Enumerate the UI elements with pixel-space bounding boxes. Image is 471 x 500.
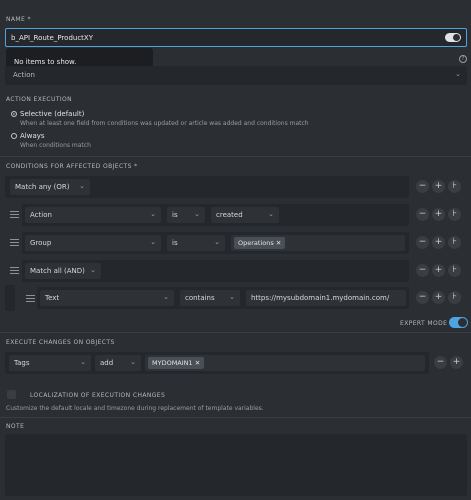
name-label: NAME * xyxy=(6,16,31,23)
action-execution-label: ACTION EXECUTION xyxy=(6,96,73,103)
condition-row-group: Group ⌄ is ⌄ Operations ✕ xyxy=(22,232,409,254)
add-condition-button[interactable]: + xyxy=(432,180,445,193)
expert-mode-label: EXPERT MODE xyxy=(400,320,448,327)
add-subclause-button[interactable]: ⊦ xyxy=(448,291,461,304)
chevron-down-icon: ⌄ xyxy=(194,210,200,218)
operator-select[interactable]: contains ⌄ xyxy=(180,290,240,306)
attribute-select[interactable]: Action ⌄ xyxy=(25,207,161,223)
attribute-value: Text xyxy=(45,294,60,302)
operator-value: contains xyxy=(185,294,215,302)
match-all-row: Match all (AND) ⌄ xyxy=(22,260,409,282)
keyboard-toggle-icon[interactable] xyxy=(445,33,461,42)
no-items-message: No items to show. xyxy=(14,58,77,66)
attribute-select[interactable]: Group ⌄ xyxy=(25,235,161,251)
add-change-button[interactable]: + xyxy=(450,356,463,369)
add-subclause-button[interactable]: ⊦ xyxy=(448,264,461,277)
add-condition-button[interactable]: + xyxy=(432,208,445,221)
match-all-select[interactable]: Match all (AND) ⌄ xyxy=(25,263,101,279)
operator-select[interactable]: is ⌄ xyxy=(167,235,225,251)
operator-value: add xyxy=(100,359,114,367)
attribute-value: Tags xyxy=(14,359,30,367)
add-subclause-button[interactable]: ⊦ xyxy=(448,180,461,193)
execute-changes-row: Tags ⌄ add ⌄ MYDOMAIN1 ✕ xyxy=(5,352,429,374)
trigger-select-value: Action xyxy=(13,71,35,79)
divider xyxy=(0,332,471,333)
tags-input[interactable]: MYDOMAIN1 ✕ xyxy=(145,355,425,371)
chevron-down-icon: ⌄ xyxy=(455,70,461,78)
chevron-down-icon: ⌄ xyxy=(130,358,136,366)
add-condition-button[interactable]: + xyxy=(432,236,445,249)
chevron-down-icon: ⌄ xyxy=(163,293,169,301)
remove-condition-button[interactable]: − xyxy=(416,264,429,277)
attribute-value: Action xyxy=(30,211,52,219)
add-condition-button[interactable]: + xyxy=(432,264,445,277)
value-text: created xyxy=(216,211,243,219)
condition-row-text: Text ⌄ contains ⌄ https://mysubdomain1.m… xyxy=(37,287,409,309)
note-label: NOTE xyxy=(6,423,25,430)
tag-chip: Operations ✕ xyxy=(234,237,286,249)
chevron-down-icon: ⌄ xyxy=(214,238,220,246)
operator-value: is xyxy=(172,239,178,247)
tag-chip: MYDOMAIN1 ✕ xyxy=(148,357,205,369)
operator-select[interactable]: add ⌄ xyxy=(95,355,141,371)
radio-always-desc: When conditions match xyxy=(20,142,91,149)
tag-chip-label: Operations xyxy=(238,239,274,247)
chevron-down-icon: ⌄ xyxy=(80,358,86,366)
value-text: https://mysubdomain1.mydomain.com/ xyxy=(251,294,390,302)
value-select[interactable]: created ⌄ xyxy=(211,207,279,223)
radio-selective-label: Selective (default) xyxy=(20,110,85,118)
radio-selected-icon xyxy=(11,111,17,117)
add-subclause-button[interactable]: ⊦ xyxy=(448,208,461,221)
add-subclause-button[interactable]: ⊦ xyxy=(448,236,461,249)
note-textarea[interactable] xyxy=(5,434,467,496)
tag-chip-label: MYDOMAIN1 xyxy=(152,359,193,367)
localization-desc: Customize the default locale and timezon… xyxy=(6,405,264,412)
operator-value: is xyxy=(172,211,178,219)
close-icon[interactable]: ✕ xyxy=(276,239,281,247)
remove-change-button[interactable]: − xyxy=(434,356,447,369)
trigger-select[interactable]: Action ⌄ xyxy=(5,66,467,85)
condition-row-action: Action ⌄ is ⌄ created ⌄ xyxy=(22,204,409,226)
remove-condition-button[interactable]: − xyxy=(416,291,429,304)
chevron-down-icon: ⌄ xyxy=(150,210,156,218)
localization-checkbox[interactable] xyxy=(7,390,16,399)
chevron-down-icon: ⌄ xyxy=(79,182,85,190)
chevron-down-icon: ⌄ xyxy=(268,210,274,218)
match-any-row: Match any (OR) ⌄ xyxy=(5,176,409,198)
operator-select[interactable]: is ⌄ xyxy=(167,207,205,223)
radio-selective-desc: When at least one field from conditions … xyxy=(20,120,309,127)
name-input[interactable]: b_API_Route_ProductXY xyxy=(5,28,467,47)
match-all-value: Match all (AND) xyxy=(30,267,85,275)
radio-always-label: Always xyxy=(20,132,45,140)
attribute-select[interactable]: Text ⌄ xyxy=(40,290,174,306)
execute-changes-label: EXECUTE CHANGES ON OBJECTS xyxy=(6,339,115,346)
remove-condition-button[interactable]: − xyxy=(416,208,429,221)
match-any-select[interactable]: Match any (OR) ⌄ xyxy=(10,179,90,195)
help-icon[interactable]: ? xyxy=(459,55,467,63)
drag-handle-icon[interactable] xyxy=(26,293,35,304)
drag-handle-icon[interactable] xyxy=(10,265,19,276)
localization-label: LOCALIZATION OF EXECUTION CHANGES xyxy=(30,392,166,399)
attribute-value: Group xyxy=(30,239,52,247)
expert-mode-toggle[interactable] xyxy=(449,317,468,328)
divider xyxy=(0,156,471,157)
chevron-down-icon: ⌄ xyxy=(229,293,235,301)
close-icon[interactable]: ✕ xyxy=(195,359,200,367)
radio-unselected-icon xyxy=(11,133,17,139)
name-input-value: b_API_Route_ProductXY xyxy=(11,34,93,42)
remove-condition-button[interactable]: − xyxy=(416,236,429,249)
drag-handle-icon[interactable] xyxy=(10,237,19,248)
drag-handle-icon[interactable] xyxy=(10,209,19,220)
attribute-select[interactable]: Tags ⌄ xyxy=(9,355,91,371)
match-any-value: Match any (OR) xyxy=(15,183,70,191)
add-condition-button[interactable]: + xyxy=(432,291,445,304)
remove-condition-button[interactable]: − xyxy=(416,180,429,193)
chevron-down-icon: ⌄ xyxy=(90,266,96,274)
value-input[interactable]: https://mysubdomain1.mydomain.com/ xyxy=(246,290,406,306)
nested-indent-bar xyxy=(5,285,15,311)
chevron-down-icon: ⌄ xyxy=(150,238,156,246)
value-tag-input[interactable]: Operations ✕ xyxy=(231,235,405,251)
conditions-label: CONDITIONS FOR AFFECTED OBJECTS * xyxy=(6,163,138,170)
divider xyxy=(0,417,471,418)
